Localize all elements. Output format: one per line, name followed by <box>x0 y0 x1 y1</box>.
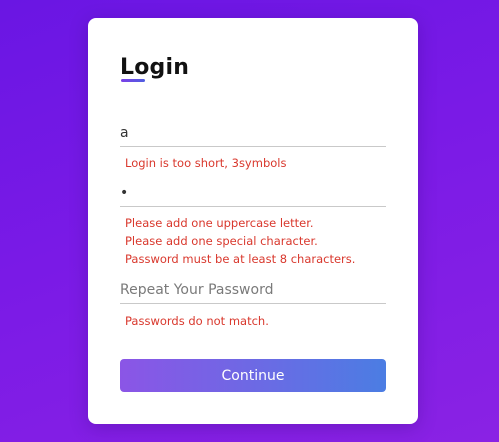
login-errors: Login is too short, 3symbols <box>125 154 395 172</box>
password-error-message: Password must be at least 8 characters. <box>125 252 356 266</box>
password-errors: Please add one uppercase letter. Please … <box>125 214 395 268</box>
title-wrap: Login <box>120 54 189 82</box>
repeat-password-error-message: Passwords do not match. <box>125 314 269 328</box>
continue-button[interactable]: Continue <box>120 359 386 392</box>
login-input[interactable] <box>120 120 386 147</box>
password-error-message: Please add one special character. <box>125 234 318 248</box>
page-title: Login <box>120 55 190 80</box>
repeat-password-errors: Passwords do not match. <box>125 312 395 330</box>
login-card: Login Login is too short, 3symbols Pleas… <box>88 18 418 424</box>
page-background: { "form": { "title": "Login", "login_fie… <box>0 0 499 442</box>
password-error-message: Please add one uppercase letter. <box>125 216 314 230</box>
password-input[interactable] <box>120 180 386 207</box>
login-error-message: Login is too short, 3symbols <box>125 156 287 170</box>
repeat-password-input[interactable] <box>120 277 386 304</box>
title-underline <box>121 79 145 82</box>
